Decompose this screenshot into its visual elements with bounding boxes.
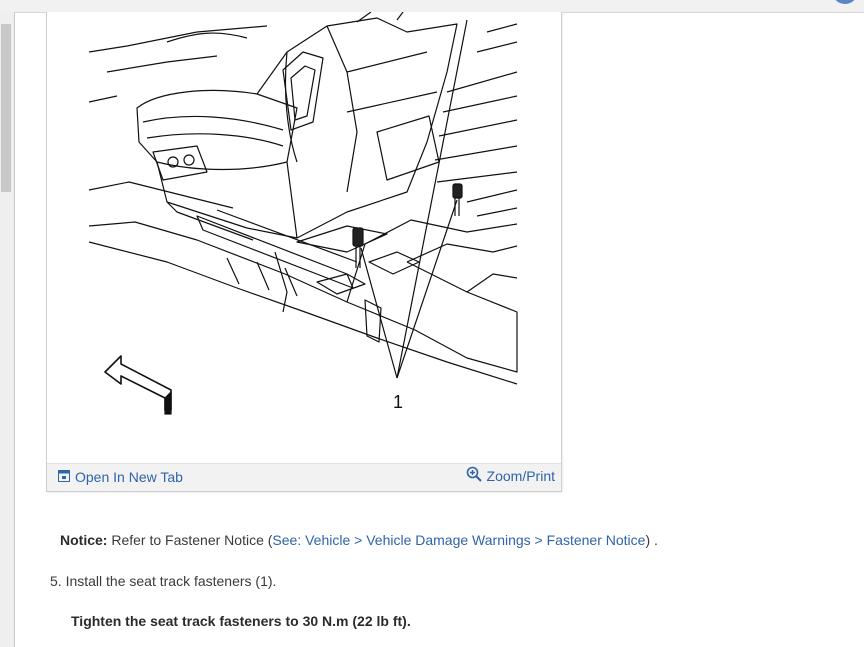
fastener-notice: Notice: Refer to Fastener Notice (See: V… (60, 532, 658, 548)
open-in-new-tab-link[interactable]: Open In New Tab (58, 469, 183, 485)
notice-close: ) . (645, 532, 658, 548)
avatar[interactable] (832, 0, 858, 4)
callout-label: 1 (393, 392, 403, 412)
open-in-new-tab-label: Open In New Tab (75, 469, 183, 485)
fastener-notice-link[interactable]: See: Vehicle > Vehicle Damage Warnings >… (272, 532, 645, 548)
step-5-text: 5. Install the seat track fasteners (1). (50, 573, 277, 589)
seat-track-illustration: 1 (88, 12, 518, 415)
scrollbar-thumb[interactable] (1, 24, 11, 192)
zoom-print-label: Zoom/Print (486, 467, 555, 484)
notice-text: Refer to Fastener Notice (111, 532, 264, 548)
notice-label: Notice: (60, 532, 108, 548)
torque-spec: Tighten the seat track fasteners to 30 N… (71, 613, 411, 629)
new-tab-icon (58, 469, 70, 485)
illustration-panel: 1 Open In New Tab Zoom/Print (46, 12, 562, 492)
zoom-print-link[interactable]: Zoom/Print (466, 466, 555, 485)
left-scrollbar[interactable] (0, 12, 15, 647)
zoom-in-icon (466, 466, 482, 485)
illustration-toolbar: Open In New Tab Zoom/Print (47, 463, 561, 491)
